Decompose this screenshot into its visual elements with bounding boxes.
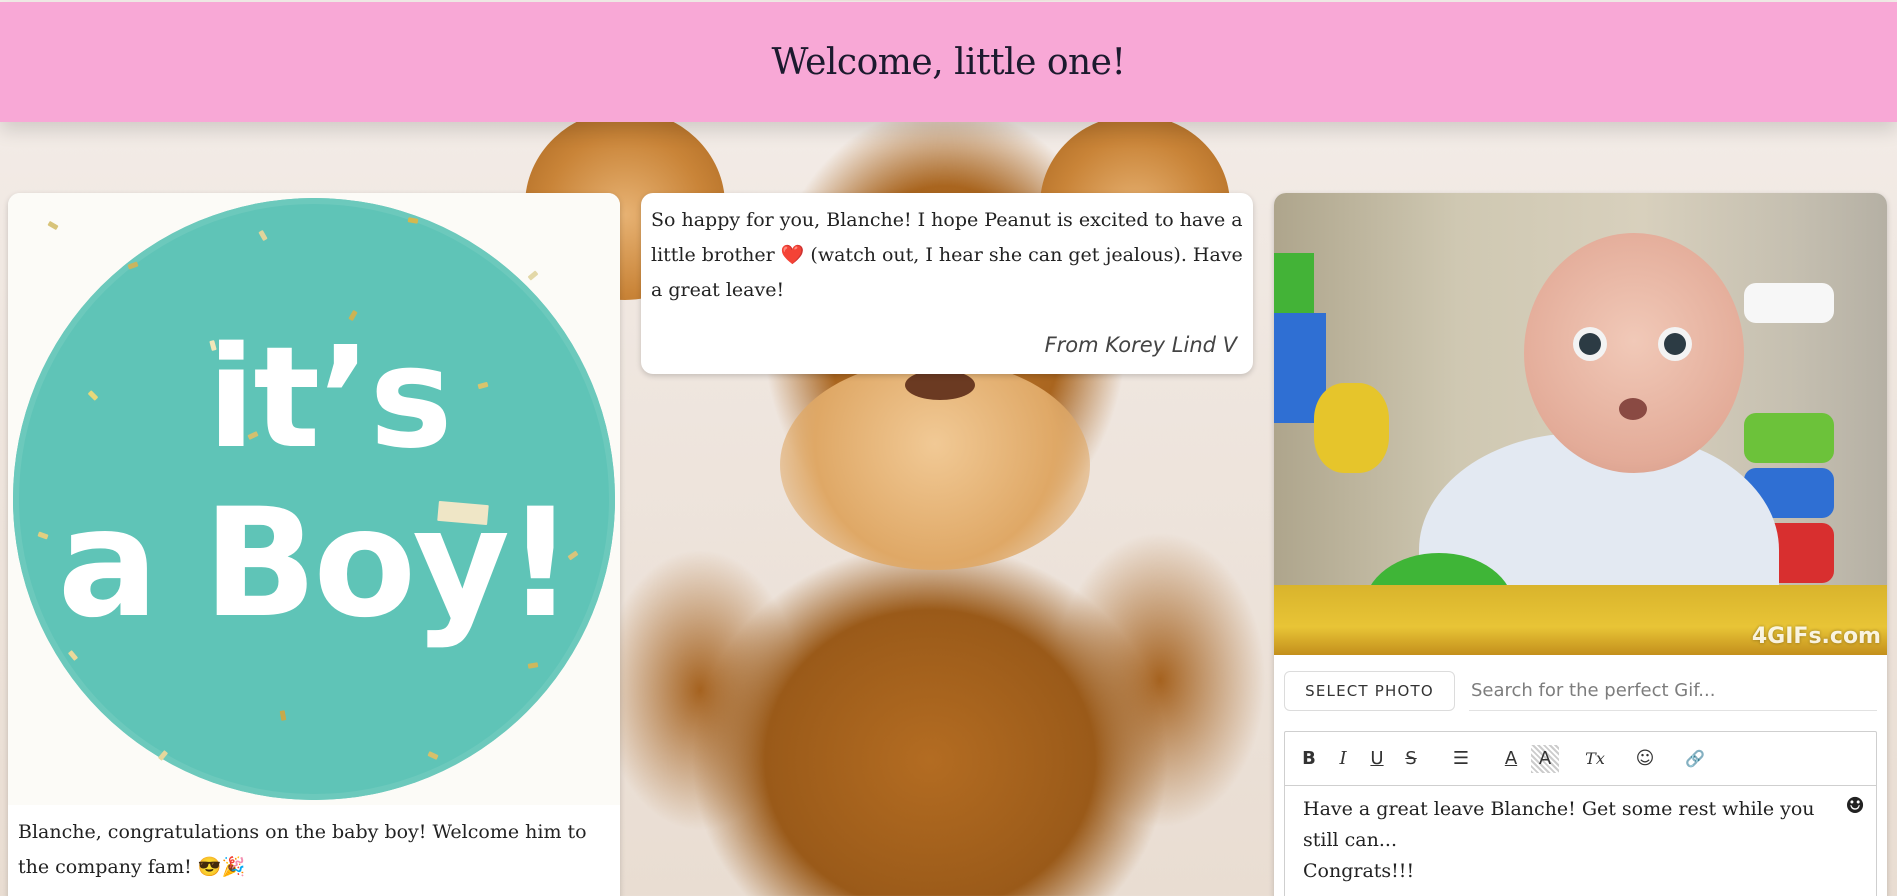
confetti (437, 500, 489, 526)
gif-baby-mouth (1619, 398, 1647, 420)
boy-image-text-line2: a Boy! (57, 477, 574, 651)
gif-toy (1314, 383, 1389, 473)
confetti (47, 220, 59, 231)
link-icon[interactable]: 🔗 (1681, 745, 1709, 773)
board-title: Welcome, little one! (771, 41, 1126, 83)
boy-circle: it’s a Boy! (13, 198, 615, 800)
highlight-color-icon[interactable]: A (1531, 744, 1559, 773)
font-color-icon[interactable]: A (1497, 745, 1525, 773)
confetti (527, 270, 539, 281)
editor-line: Have a great leave Blanche! Get some res… (1303, 798, 1815, 851)
emoji-icon[interactable]: ☺ (1631, 745, 1659, 773)
bear-nose (905, 370, 975, 400)
gif-search-input[interactable] (1469, 671, 1877, 711)
gif-baby-eye (1579, 333, 1601, 355)
boy-image-text-line1: it’s (207, 317, 452, 480)
gif-stack-toy (1744, 413, 1834, 463)
post-card-message[interactable]: So happy for you, Blanche! I hope Peanut… (641, 193, 1253, 374)
message-signature: From Korey Lind V (1044, 333, 1237, 357)
message-text: So happy for you, Blanche! I hope Peanut… (651, 203, 1243, 308)
editor-text-area[interactable]: Have a great leave Blanche! Get some res… (1285, 786, 1876, 887)
emoji-picker-icon[interactable]: ☻ (1842, 794, 1868, 820)
post-card-its-a-boy[interactable]: it’s a Boy! Blanche, congratulations on … (8, 193, 620, 896)
gif-stack-toy (1744, 283, 1834, 323)
bullet-list-icon[interactable]: ☰ (1447, 745, 1475, 773)
editor-toolbar: B I U S ☰ A A Tx ☺ 🔗 (1285, 732, 1876, 786)
gif-baby-head (1524, 233, 1744, 473)
media-picker-row: SELECT PHOTO (1284, 671, 1877, 711)
boy-card-caption: Blanche, congratulations on the baby boy… (18, 821, 587, 878)
selected-gif-preview[interactable]: 4GIFs.com (1274, 193, 1887, 655)
its-a-boy-image: it’s a Boy! (8, 193, 620, 805)
message-editor: B I U S ☰ A A Tx ☺ 🔗 Have a great leave … (1284, 731, 1877, 896)
board-header: Welcome, little one! (0, 2, 1897, 122)
post-composer: 4GIFs.com SELECT PHOTO B I U S ☰ A A Tx … (1274, 193, 1887, 896)
bold-icon[interactable]: B (1295, 745, 1323, 773)
editor-line: Congrats!!! (1303, 860, 1415, 882)
clear-format-icon[interactable]: Tx (1581, 745, 1609, 773)
italic-icon[interactable]: I (1329, 745, 1357, 773)
heart-emoji: ❤️ (780, 244, 805, 266)
gif-baby-eye (1664, 333, 1686, 355)
select-photo-button[interactable]: SELECT PHOTO (1284, 671, 1455, 711)
strikethrough-icon[interactable]: S (1397, 745, 1425, 773)
underline-icon[interactable]: U (1363, 745, 1391, 773)
gif-watermark: 4GIFs.com (1751, 624, 1881, 649)
